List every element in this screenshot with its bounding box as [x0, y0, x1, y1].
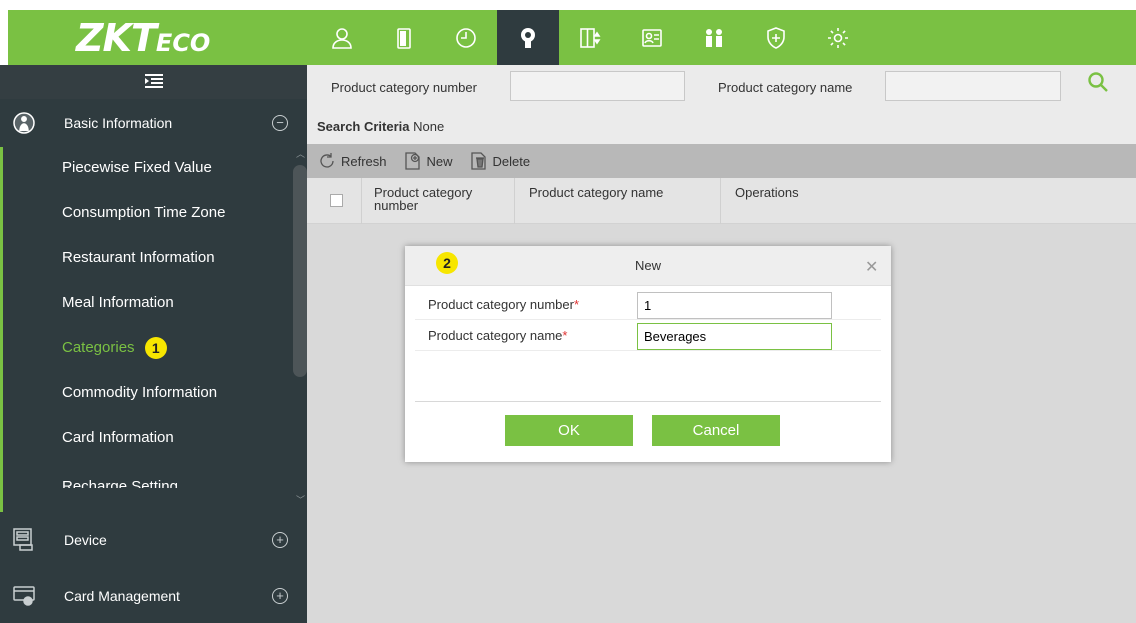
scroll-up-arrow[interactable]: ︿: [296, 147, 305, 160]
patrol-icon: [706, 28, 722, 47]
sidebar-item-consumption-time-zone[interactable]: Consumption Time Zone: [62, 204, 225, 221]
new-document-icon: [404, 152, 420, 170]
module-security[interactable]: [745, 10, 807, 65]
info-circle-icon: [13, 112, 35, 134]
refresh-icon: [320, 153, 334, 168]
module-nav: [311, 10, 1136, 65]
cancel-button[interactable]: Cancel: [652, 415, 780, 446]
module-access[interactable]: [373, 10, 435, 65]
settings-icon: [828, 27, 848, 48]
new-category-dialog: 2 New ✕ Product category number* Product…: [405, 246, 891, 462]
new-button[interactable]: New: [403, 151, 453, 171]
filter-number-label: Product category number: [331, 80, 477, 95]
zkteco-logo: ZKTECO: [76, 16, 211, 60]
expand-toggle-icon[interactable]: +: [272, 532, 288, 548]
step-badge: 1: [144, 337, 167, 359]
module-elevator[interactable]: [559, 10, 621, 65]
device-icon: [13, 528, 33, 551]
sidebar: Basic Information − Piecewise Fixed Valu…: [0, 65, 307, 623]
collapse-menu-icon: [144, 74, 163, 88]
grid-header: Product category number Product category…: [307, 178, 1136, 224]
form-row-number: Product category number*: [415, 289, 881, 320]
dialog-divider: [415, 401, 881, 402]
new-label: New: [426, 153, 453, 169]
person-icon: [332, 27, 352, 49]
door-icon: [397, 27, 411, 49]
card-management-icon: [13, 586, 35, 606]
sidebar-item-recharge-setting[interactable]: Recharge Setting: [62, 474, 178, 488]
security-icon: [767, 26, 785, 49]
scroll-down-arrow[interactable]: ﹀: [296, 493, 305, 506]
sidebar-item-label: Categories: [62, 338, 135, 356]
module-personnel[interactable]: [311, 10, 373, 65]
search-icon: [1088, 72, 1108, 92]
column-divider: [361, 178, 362, 224]
sidebar-collapse-button[interactable]: [0, 65, 307, 99]
visitor-icon: [642, 28, 662, 47]
basic-information-submenu: Piecewise Fixed Value Consumption Time Z…: [0, 147, 307, 512]
module-consumption[interactable]: [497, 10, 559, 65]
column-header-operations[interactable]: Operations: [735, 186, 799, 199]
search-button[interactable]: [1087, 71, 1117, 101]
form-row-name: Product category name*: [415, 320, 881, 351]
filter-number-input[interactable]: [510, 71, 685, 101]
section-label: Card Management: [64, 588, 180, 604]
elevator-icon: [580, 27, 601, 48]
search-criteria-value: None: [413, 119, 445, 134]
close-icon[interactable]: ✕: [865, 257, 878, 277]
ok-button[interactable]: OK: [505, 415, 633, 446]
section-label: Basic Information: [64, 115, 173, 131]
delete-label: Delete: [492, 153, 531, 169]
expand-toggle-icon[interactable]: +: [272, 588, 288, 604]
number-field-label: Product category number*: [428, 297, 580, 312]
module-patrol[interactable]: [683, 10, 745, 65]
section-label: Device: [64, 532, 107, 548]
search-criteria: Search Criteria None: [307, 108, 1136, 144]
section-device[interactable]: Device +: [0, 512, 307, 568]
dialog-title: New: [634, 258, 661, 273]
refresh-button[interactable]: Refresh: [317, 151, 387, 171]
logo-area: ZKTECO: [8, 10, 311, 65]
column-divider: [720, 178, 721, 224]
top-bar: ZKTECO: [0, 0, 1136, 65]
filter-name-input[interactable]: [885, 71, 1061, 101]
scrollbar-thumb[interactable]: [293, 165, 307, 377]
search-criteria-label: Search Criteria: [317, 119, 410, 134]
collapse-toggle-icon[interactable]: −: [272, 115, 288, 131]
select-all-checkbox[interactable]: [330, 194, 343, 207]
sidebar-item-meal-information[interactable]: Meal Information: [62, 294, 174, 311]
clock-icon: [456, 27, 476, 48]
name-field-label: Product category name*: [428, 328, 568, 343]
consumption-icon: [521, 27, 535, 48]
sidebar-item-restaurant-information[interactable]: Restaurant Information: [62, 249, 215, 266]
column-header-number[interactable]: Product category number: [374, 186, 499, 212]
category-name-field[interactable]: [637, 323, 832, 350]
sidebar-item-categories[interactable]: Categories 1: [62, 337, 167, 359]
module-system[interactable]: [807, 10, 869, 65]
refresh-label: Refresh: [341, 153, 387, 169]
sidebar-item-card-information[interactable]: Card Information: [62, 429, 174, 446]
section-card-management[interactable]: Card Management +: [0, 568, 307, 623]
module-visitor[interactable]: [621, 10, 683, 65]
filter-name-label: Product category name: [718, 80, 853, 95]
toolbar: Refresh New Delete: [307, 144, 1136, 178]
sidebar-item-piecewise-fixed-value[interactable]: Piecewise Fixed Value: [62, 159, 212, 176]
column-header-name[interactable]: Product category name: [529, 186, 663, 199]
module-attendance[interactable]: [435, 10, 497, 65]
section-basic-information[interactable]: Basic Information −: [0, 99, 307, 147]
category-number-field[interactable]: [637, 292, 832, 319]
sidebar-item-commodity-information[interactable]: Commodity Information: [62, 384, 217, 401]
dialog-form: Product category number* Product categor…: [415, 289, 881, 351]
column-divider: [514, 178, 515, 224]
dialog-header: 2 New ✕: [405, 246, 891, 286]
delete-icon: [470, 152, 486, 170]
delete-button[interactable]: Delete: [469, 151, 531, 171]
filter-bar: Product category number Product category…: [307, 65, 1136, 108]
